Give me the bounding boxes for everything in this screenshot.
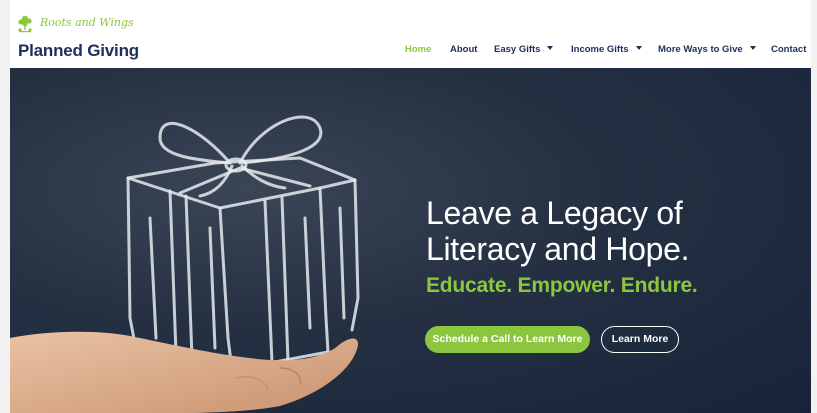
nav-income-gifts-label: Income Gifts [571, 44, 629, 55]
nav-easy-gifts[interactable]: Easy Gifts [494, 44, 554, 55]
nav-more-ways-label: More Ways to Give [658, 44, 743, 55]
nav-about[interactable]: About [450, 44, 477, 55]
nav-more-ways-to-give[interactable]: More Ways to Give [658, 44, 756, 55]
nav-contact[interactable]: Contact [771, 44, 806, 55]
hero-subhead: Educate. Empower. Endure. [426, 274, 698, 297]
page-frame: Roots and Wings Planned Giving Home Abou… [10, 0, 811, 413]
chevron-down-icon [749, 46, 756, 50]
hero-headline: Leave a Legacy of Literacy and Hope. [426, 195, 796, 267]
hero-headline-line2: Literacy and Hope. [426, 231, 690, 267]
hero-banner: Leave a Legacy of Literacy and Hope. Edu… [10, 68, 811, 413]
nav-easy-gifts-label: Easy Gifts [494, 44, 541, 55]
nav-home[interactable]: Home [405, 44, 431, 55]
site-title[interactable]: Planned Giving [18, 41, 139, 61]
schedule-call-button[interactable]: Schedule a Call to Learn More [425, 326, 590, 353]
chevron-down-icon [635, 46, 642, 50]
learn-more-button[interactable]: Learn More [601, 326, 679, 353]
hero-headline-line1: Leave a Legacy of [426, 195, 683, 231]
brand-script-name[interactable]: Roots and Wings [40, 16, 134, 29]
site-header: Roots and Wings Planned Giving Home Abou… [10, 0, 811, 68]
nav-income-gifts[interactable]: Income Gifts [571, 44, 642, 55]
chevron-down-icon [547, 46, 554, 50]
